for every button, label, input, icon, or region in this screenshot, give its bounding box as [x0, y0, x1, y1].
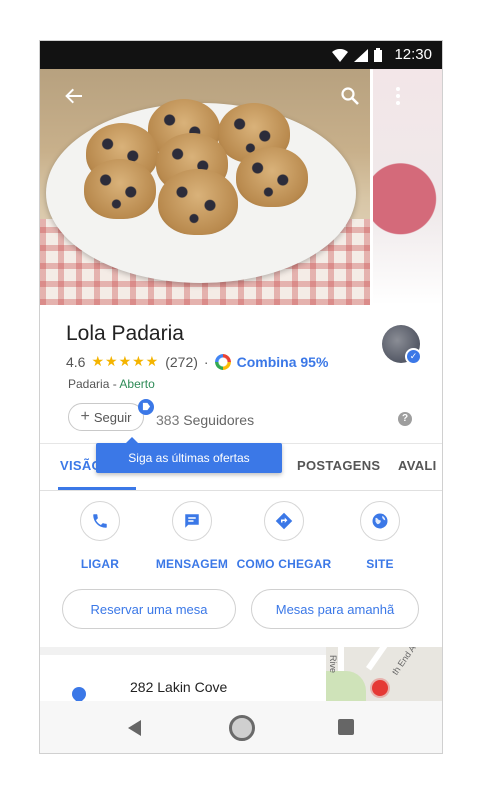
chat-icon [185, 514, 199, 528]
plus-icon: + [80, 408, 90, 425]
directions-button-circle [264, 501, 304, 541]
tab-reviews[interactable]: AVALI [398, 458, 437, 473]
reserve-table-chip[interactable]: Reservar uma mesa [62, 589, 236, 629]
more-vert-icon[interactable] [394, 86, 402, 106]
match-score[interactable]: Combina 95% [237, 354, 329, 370]
avatar[interactable]: ✓ [382, 325, 422, 365]
website-button-circle [360, 501, 400, 541]
directions-button-label: COMO CHEGAR [236, 557, 332, 571]
phone-frame: 12:30 Lola Padaria 4.6 ★★★★★ (272) · Com… [39, 40, 443, 754]
tab-posts[interactable]: POSTAGENS [297, 458, 380, 473]
directions-button[interactable]: COMO CHEGAR [236, 501, 332, 571]
rating-stars: ★★★★★ [91, 353, 160, 369]
map-pin-icon [372, 680, 388, 696]
google-match-icon [214, 353, 231, 370]
status-bar: 12:30 [40, 41, 442, 69]
category-separator: - [109, 377, 120, 391]
review-count: (272) [165, 353, 198, 370]
open-status: Aberto [119, 377, 155, 391]
search-icon[interactable] [340, 86, 360, 106]
website-button[interactable]: SITE [332, 501, 428, 571]
call-button-label: LIGAR [80, 557, 120, 571]
battery-icon [374, 48, 382, 62]
message-button-label: MENSAGEM [155, 557, 229, 571]
rating-row[interactable]: 4.6 ★★★★★ (272) · Combina 95% [66, 353, 328, 370]
rating-separator: · [203, 353, 209, 370]
muffin [236, 147, 308, 207]
map-park [326, 671, 366, 701]
nav-home-icon[interactable] [229, 715, 255, 741]
website-button-label: SITE [366, 557, 394, 571]
map-thumbnail[interactable]: Rive th End A [326, 647, 442, 701]
signal-icon [354, 48, 368, 62]
followers-number: 383 [156, 412, 180, 428]
hero-photo-main [40, 69, 370, 305]
map-label-right: th End A [390, 647, 418, 677]
message-button-circle [172, 501, 212, 541]
followers-count: 383 Seguidores [156, 412, 254, 428]
offer-tag-icon [138, 399, 154, 415]
action-buttons: LIGAR MENSAGEM COMO CHEGAR SITE [40, 501, 442, 581]
arrow-left-icon[interactable] [64, 86, 84, 106]
muffin [158, 169, 238, 235]
android-nav-bar [40, 701, 442, 753]
map-label-left: Rive [328, 655, 338, 674]
follow-button[interactable]: + Seguir [68, 403, 144, 431]
status-time: 12:30 [394, 46, 432, 63]
help-icon[interactable]: ? [398, 412, 412, 426]
address-line[interactable]: 282 Lakin Cove [130, 679, 227, 695]
status-icons [332, 48, 382, 62]
verified-icon: ✓ [405, 348, 422, 365]
globe-icon [372, 513, 388, 529]
wifi-icon [332, 48, 348, 62]
hero-photo[interactable] [40, 69, 442, 305]
follow-tooltip[interactable]: Siga as últimas ofertas [96, 437, 282, 473]
call-button-circle [80, 501, 120, 541]
tables-tomorrow-chip[interactable]: Mesas para amanhã [251, 589, 419, 629]
follow-button-label: Seguir [93, 409, 132, 425]
active-tab-indicator [58, 487, 136, 490]
place-category-row: Padaria - Aberto [68, 377, 155, 391]
nav-back-icon[interactable] [128, 720, 141, 736]
rating-value: 4.6 [66, 353, 86, 370]
place-name: Lola Padaria [66, 322, 184, 345]
hero-photo-secondary[interactable] [373, 69, 442, 305]
directions-icon [275, 512, 293, 530]
muffin [84, 159, 156, 219]
message-button[interactable]: MENSAGEM [144, 501, 240, 571]
place-category: Padaria [68, 377, 110, 391]
nav-recents-icon[interactable] [338, 719, 354, 735]
followers-label: Seguidores [183, 412, 255, 428]
phone-icon [93, 514, 107, 528]
call-button[interactable]: LIGAR [52, 501, 148, 571]
